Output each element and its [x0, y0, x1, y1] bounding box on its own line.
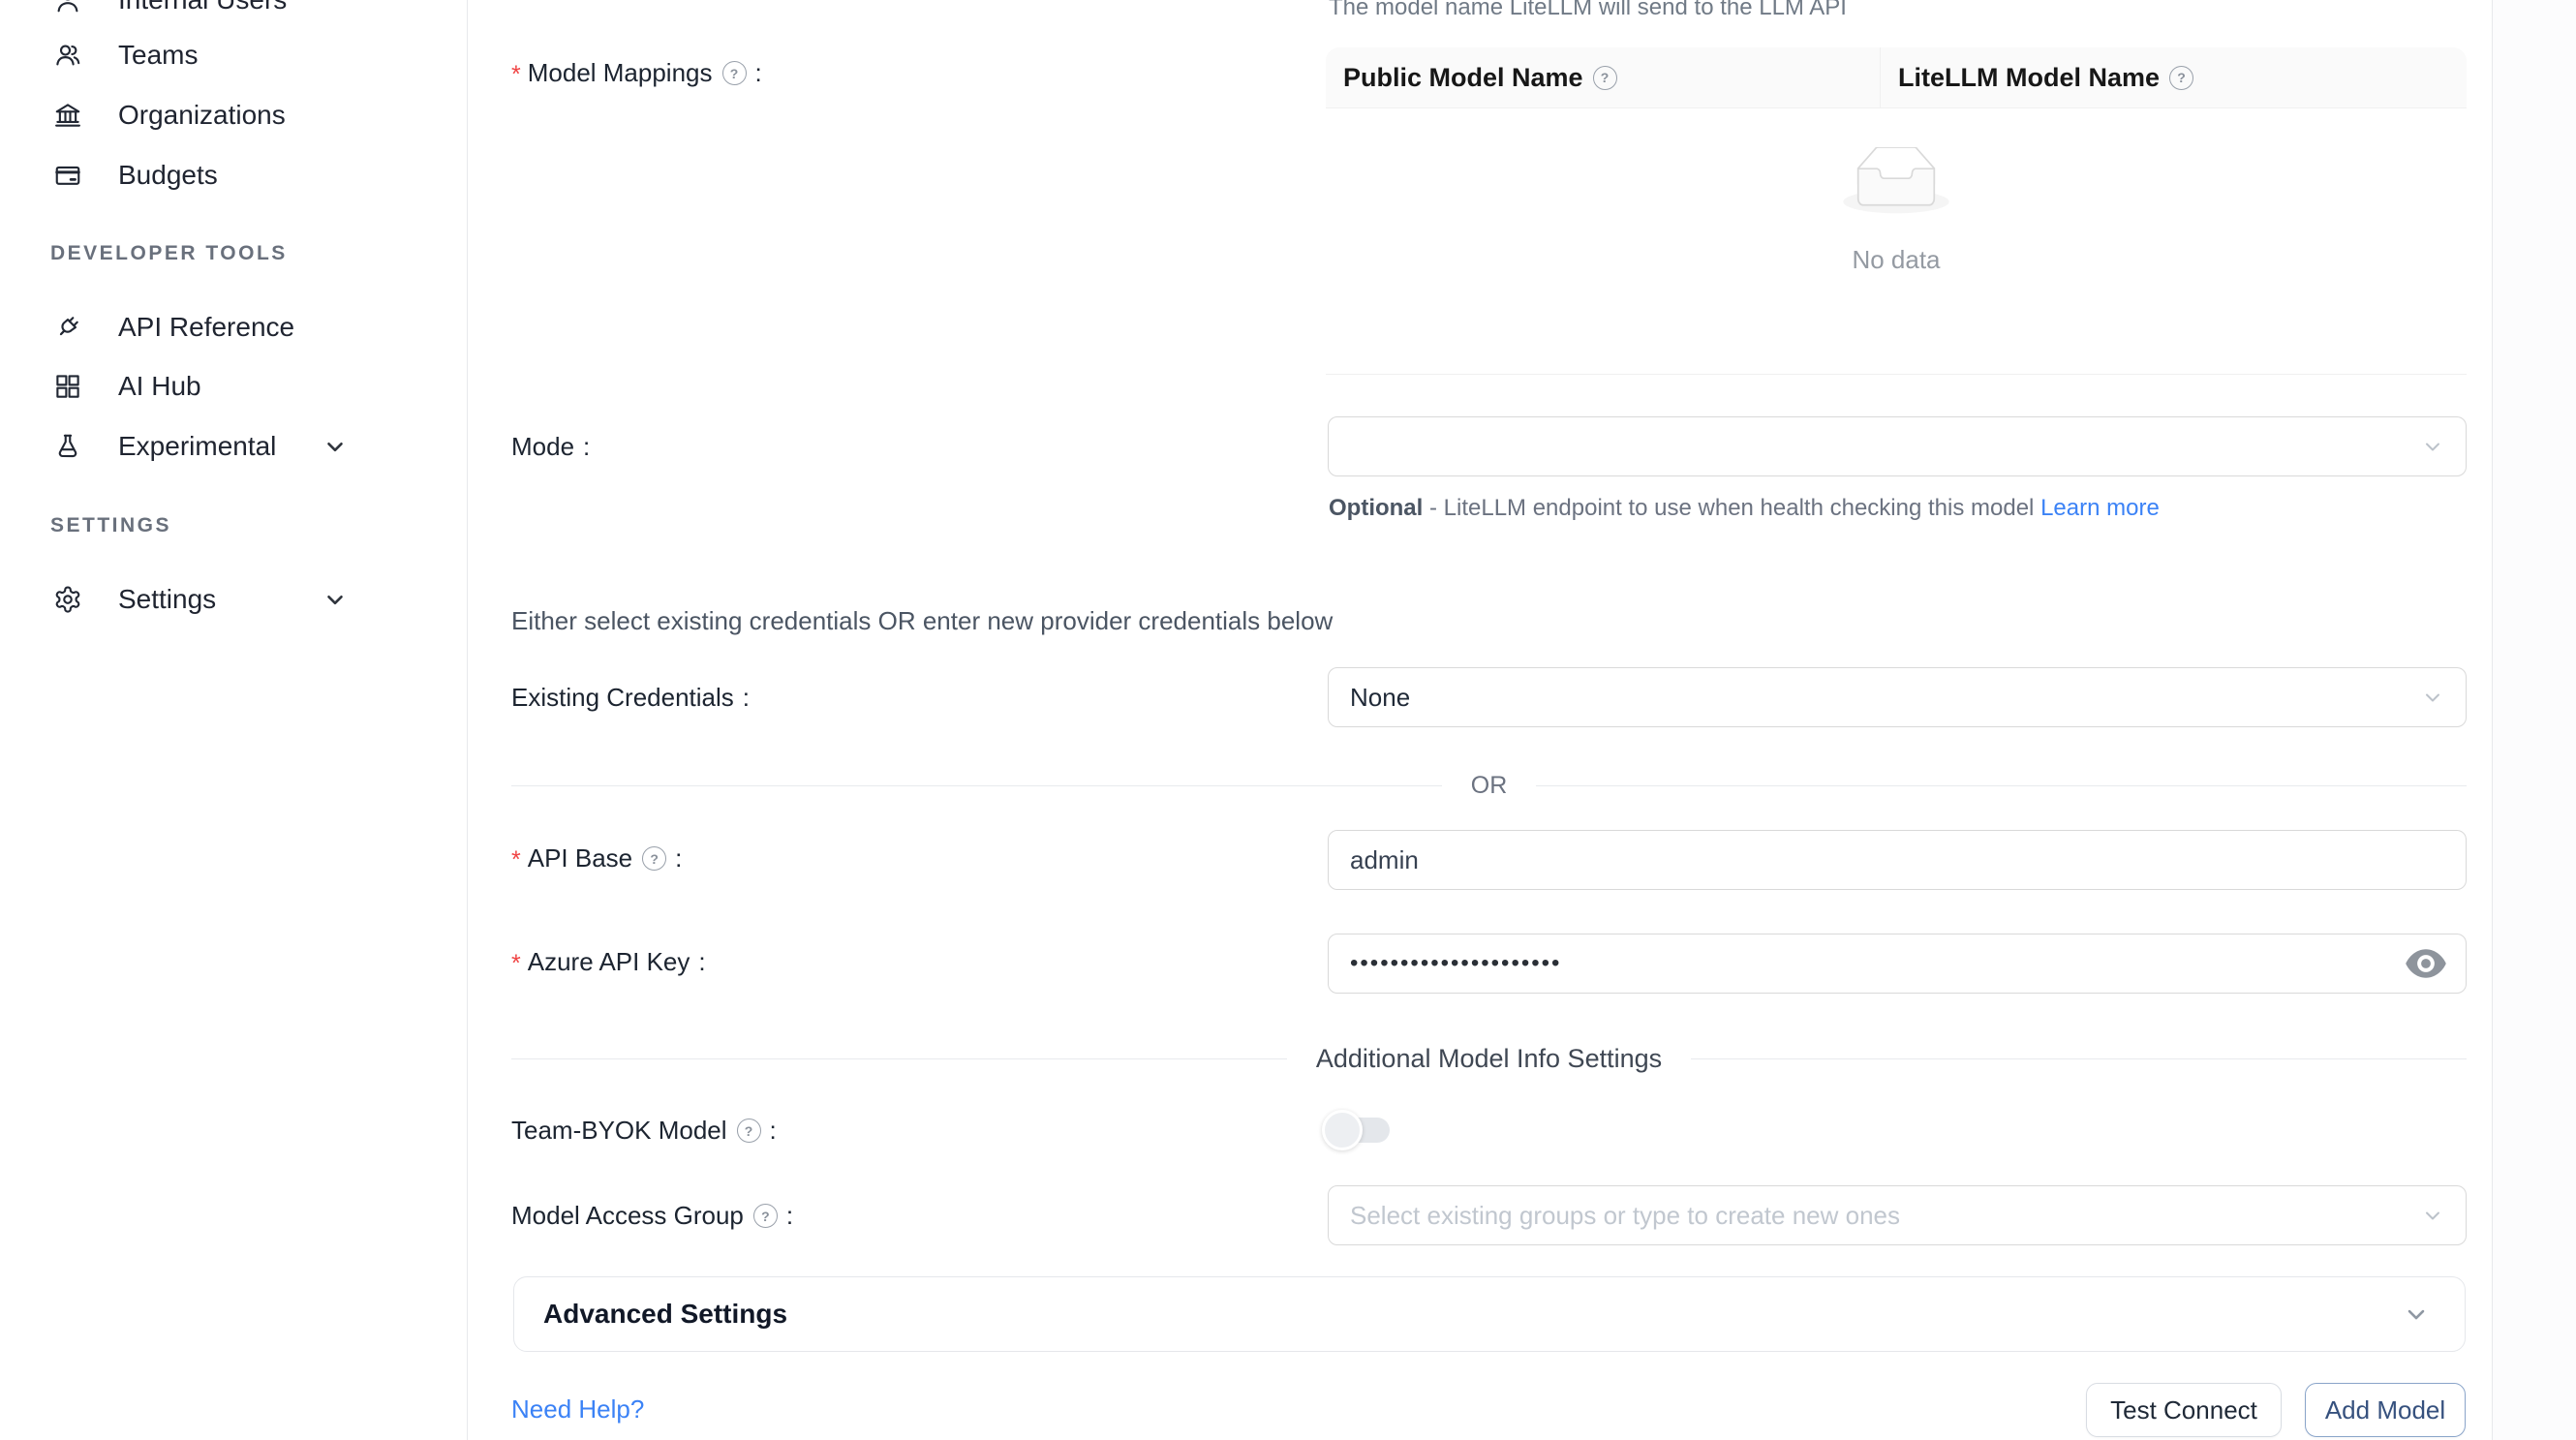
- sidebar-item-organizations[interactable]: Organizations: [0, 85, 467, 145]
- existing-credentials-select[interactable]: None: [1328, 667, 2467, 727]
- sidebar-item-ai-hub[interactable]: AI Hub: [0, 356, 467, 416]
- additional-settings-divider: Additional Model Info Settings: [511, 1044, 2467, 1074]
- azure-api-key-input[interactable]: [1350, 950, 2444, 977]
- help-icon[interactable]: ?: [737, 1118, 761, 1143]
- eye-icon[interactable]: [2404, 947, 2448, 980]
- advanced-settings-label: Advanced Settings: [543, 1299, 787, 1330]
- model-name-help-text: The model name LiteLLM will send to the …: [1329, 0, 1847, 21]
- or-divider: OR: [511, 772, 2467, 800]
- model-mappings-table: Public Model Name ? LiteLLM Model Name ?…: [1326, 47, 2467, 375]
- api-base-input[interactable]: [1350, 845, 2444, 875]
- sidebar-item-budgets[interactable]: Budgets: [0, 145, 467, 205]
- need-help-link[interactable]: Need Help?: [511, 1394, 644, 1425]
- help-icon[interactable]: ?: [2169, 66, 2193, 90]
- gear-icon: [52, 584, 83, 615]
- team-byok-toggle[interactable]: [1328, 1118, 1390, 1143]
- sidebar-item-label: API Reference: [118, 312, 294, 343]
- column-header-public-model-name: Public Model Name ?: [1326, 47, 1880, 107]
- azure-api-key-field: [1328, 934, 2467, 994]
- advanced-settings-panel[interactable]: Advanced Settings: [513, 1276, 2466, 1352]
- no-data-text: No data: [1843, 245, 1949, 275]
- model-access-group-label: Model Access Group ? :: [511, 1201, 793, 1231]
- teams-icon: [52, 40, 83, 71]
- plug-icon: [52, 312, 83, 343]
- sidebar-item-label: Settings: [118, 584, 216, 615]
- required-mark: *: [511, 846, 521, 874]
- help-icon[interactable]: ?: [1593, 66, 1617, 90]
- existing-credentials-label: Existing Credentials :: [511, 683, 750, 713]
- sidebar-item-experimental[interactable]: Experimental: [0, 416, 467, 476]
- sidebar-item-label: Internal Users: [118, 0, 287, 15]
- add-model-page: Internal Users Teams Organizations Budge…: [0, 0, 2576, 1440]
- sidebar-section-settings: SETTINGS: [50, 514, 171, 537]
- sidebar-item-settings[interactable]: Settings: [0, 569, 467, 629]
- add-model-button[interactable]: Add Model: [2305, 1383, 2466, 1437]
- background-strip: [2493, 0, 2576, 1440]
- credit-card-icon: [52, 160, 83, 191]
- empty-inbox-icon: [1843, 147, 1949, 215]
- mode-label: Mode :: [511, 432, 590, 462]
- model-access-group-select[interactable]: Select existing groups or type to create…: [1328, 1185, 2467, 1245]
- help-icon[interactable]: ?: [642, 846, 666, 871]
- sidebar-item-label: Organizations: [118, 100, 286, 131]
- chevron-down-icon: [2403, 1301, 2430, 1328]
- model-mappings-label: * Model Mappings ? :: [511, 58, 762, 88]
- grid-icon: [52, 371, 83, 402]
- api-base-field: [1328, 830, 2467, 890]
- chevron-down-icon: [2421, 686, 2444, 709]
- chevron-down-icon: [322, 434, 348, 459]
- sidebar-item-api-reference[interactable]: API Reference: [0, 297, 467, 357]
- table-empty-body: No data: [1326, 108, 2467, 375]
- team-byok-label: Team-BYOK Model ? :: [511, 1116, 777, 1146]
- learn-more-link[interactable]: Learn more: [2040, 495, 2160, 521]
- chevron-down-icon: [322, 587, 348, 612]
- bank-icon: [52, 100, 83, 131]
- sidebar-item-label: Budgets: [118, 160, 218, 191]
- flask-icon: [52, 431, 83, 462]
- required-mark: *: [511, 61, 521, 89]
- azure-api-key-label: * Azure API Key :: [511, 947, 706, 977]
- test-connect-button[interactable]: Test Connect: [2086, 1383, 2282, 1437]
- chevron-down-icon: [2421, 435, 2444, 458]
- select-placeholder: Select existing groups or type to create…: [1350, 1201, 1900, 1231]
- sidebar-item-label: Teams: [118, 40, 198, 71]
- column-header-litellm-model-name: LiteLLM Model Name ?: [1880, 47, 2467, 107]
- required-mark: *: [511, 950, 521, 978]
- sidebar-item-teams[interactable]: Teams: [0, 25, 467, 85]
- sidebar-item-label: Experimental: [118, 431, 276, 462]
- sidebar: Internal Users Teams Organizations Budge…: [0, 0, 468, 1440]
- help-icon[interactable]: ?: [753, 1204, 778, 1228]
- sidebar-item-label: AI Hub: [118, 371, 201, 402]
- api-base-label: * API Base ? :: [511, 843, 682, 873]
- toggle-knob: [1322, 1110, 1363, 1150]
- credentials-note: Either select existing credentials OR en…: [511, 606, 1333, 636]
- table-header-row: Public Model Name ? LiteLLM Model Name ?: [1326, 47, 2467, 108]
- mode-help-text: Optional - LiteLLM endpoint to use when …: [1329, 489, 2162, 528]
- help-icon[interactable]: ?: [722, 61, 747, 85]
- chevron-down-icon: [2421, 1204, 2444, 1227]
- mode-select[interactable]: [1328, 416, 2467, 476]
- user-icon: [52, 0, 83, 15]
- sidebar-section-developer-tools: DEVELOPER TOOLS: [50, 242, 288, 265]
